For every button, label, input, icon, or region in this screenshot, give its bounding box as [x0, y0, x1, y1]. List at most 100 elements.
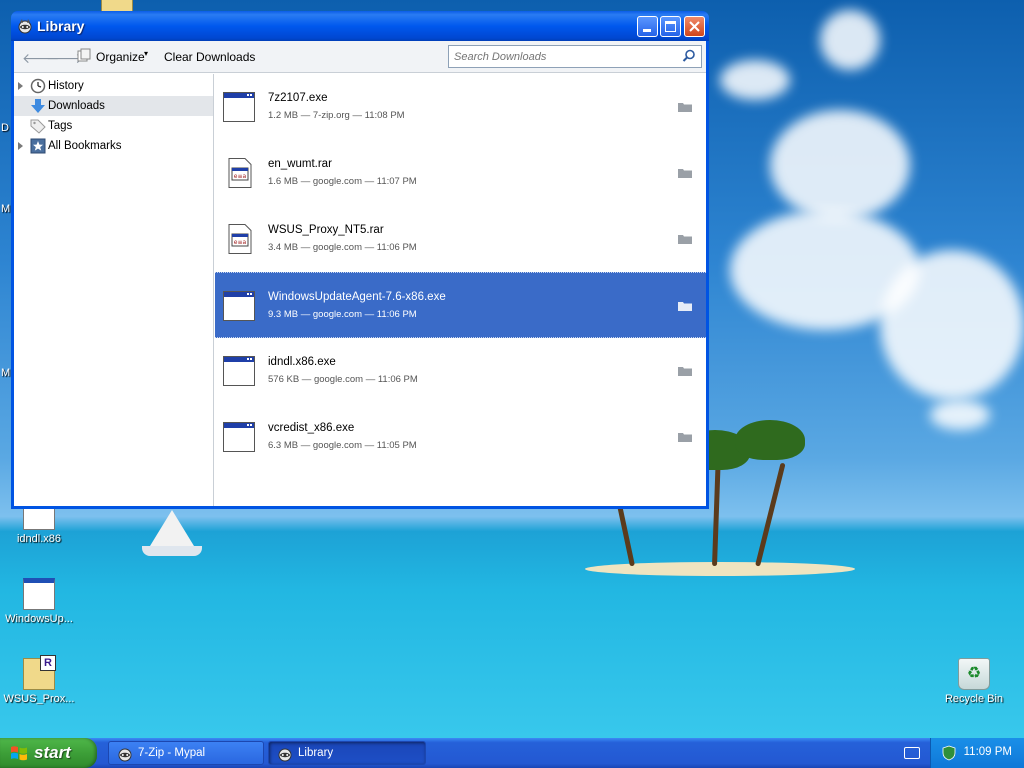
folder-icon[interactable] [678, 233, 692, 244]
desktop-icon-recycle-bin[interactable]: ♻ Recycle Bin [937, 658, 1011, 705]
download-file-details: 576 KB — google.com — 11:06 PM [268, 374, 418, 385]
sailboat-hull [142, 546, 202, 556]
taskbar: start 7-Zip - Mypal Library 11:09 PM [0, 738, 1024, 768]
download-item[interactable]: 7z2107.exe 1.2 MB — 7-zip.org — 11:08 PM [215, 74, 706, 140]
download-item[interactable]: vcredist_x86.exe 6.3 MB — google.com — 1… [215, 404, 706, 470]
start-label: start [34, 743, 71, 762]
minimize-button[interactable] [637, 16, 658, 37]
download-file-details: 6.3 MB — google.com — 11:05 PM [268, 440, 417, 451]
taskbar-item-label: 7-Zip - Mypal [138, 747, 206, 759]
folder-icon[interactable] [678, 300, 692, 311]
title-bar[interactable]: Library [11, 11, 709, 41]
desktop-icon-label: Recycle Bin [944, 693, 1004, 705]
rar-archive-icon: R [23, 655, 56, 690]
bookmarks-star-icon [30, 138, 46, 154]
desktop-icon-label: WindowsUp... [5, 613, 73, 625]
palm-tree-trunk [616, 500, 635, 567]
search-icon[interactable] [682, 49, 696, 63]
exe-file-icon [223, 356, 255, 386]
folder-icon[interactable] [678, 167, 692, 178]
rar-file-icon: e≡a [228, 224, 252, 254]
download-file-name: 7z2107.exe [268, 92, 328, 104]
close-button[interactable] [684, 16, 705, 37]
keyboard-icon[interactable] [904, 747, 920, 759]
windows-flag-icon [11, 746, 27, 761]
organize-label: Organize [96, 50, 145, 64]
sidebar-item-history[interactable]: History [14, 76, 213, 96]
sidebar-item-downloads[interactable]: Downloads [14, 96, 213, 116]
sidebar-item-label: Downloads [48, 100, 105, 112]
sidebar-item-tags[interactable]: Tags [14, 116, 213, 136]
download-item[interactable]: e≡a en_wumt.rar 1.6 MB — google.com — 11… [215, 140, 706, 206]
desktop-icon-label: WSUS_Prox... [3, 693, 75, 705]
tag-icon [30, 119, 46, 134]
svg-text:e≡a: e≡a [234, 239, 247, 246]
download-file-details: 9.3 MB — google.com — 11:06 PM [268, 309, 417, 320]
sidebar-item-label: All Bookmarks [48, 140, 122, 152]
sidebar-item-label: History [48, 80, 84, 92]
download-file-name: vcredist_x86.exe [268, 422, 355, 434]
desktop-partial-label: M [1, 367, 11, 379]
folder-icon[interactable] [678, 365, 692, 376]
desktop-partial-label: M [1, 203, 11, 215]
sailboat [150, 510, 194, 546]
downloads-list: 7z2107.exe 1.2 MB — 7-zip.org — 11:08 PM… [215, 74, 706, 506]
download-file-name: WSUS_Proxy_NT5.rar [268, 224, 384, 236]
download-item[interactable]: idndl.x86.exe 576 KB — google.com — 11:0… [215, 338, 706, 404]
cloud [930, 400, 990, 430]
cloud [820, 10, 880, 70]
recycle-bin-icon: ♻ [958, 658, 990, 690]
island [585, 562, 855, 576]
palm-tree-trunk [755, 462, 786, 567]
raccoon-app-icon [18, 19, 32, 34]
close-icon [689, 21, 700, 32]
sidebar-item-all-bookmarks[interactable]: All Bookmarks [14, 136, 213, 156]
svg-text:e≡a: e≡a [234, 173, 247, 180]
raccoon-app-icon [118, 748, 132, 762]
exe-file-icon [223, 291, 255, 321]
organize-icon [77, 48, 91, 62]
search-box[interactable] [448, 45, 702, 68]
start-button[interactable]: start [0, 738, 97, 768]
maximize-button[interactable] [660, 16, 681, 37]
clock-icon [30, 78, 46, 94]
palm-tree-leaves [735, 420, 805, 460]
download-item[interactable]: e≡a WSUS_Proxy_NT5.rar 3.4 MB — google.c… [215, 206, 706, 272]
taskbar-item-label: Library [298, 747, 334, 759]
exe-file-icon [23, 578, 55, 610]
taskbar-item-7zip-mypal[interactable]: 7-Zip - Mypal [108, 741, 264, 765]
folder-icon[interactable] [678, 431, 692, 442]
download-arrow-icon [31, 99, 45, 113]
download-file-name: idndl.x86.exe [268, 356, 336, 368]
dropdown-arrow-icon: ▾ [144, 49, 149, 58]
search-input[interactable] [449, 46, 674, 67]
download-item-selected[interactable]: WindowsUpdateAgent-7.6-x86.exe 9.3 MB — … [215, 272, 706, 338]
library-sidebar: History Downloads Tags All Bookmarks [14, 74, 214, 506]
desktop-icon-wsus-proxy[interactable]: R WSUS_Prox... [2, 655, 76, 705]
exe-file-icon [223, 92, 255, 122]
expand-triangle-icon[interactable] [18, 82, 23, 90]
exe-file-icon [223, 422, 255, 452]
desktop-partial-label: D [1, 122, 9, 134]
cloud [880, 250, 1024, 400]
download-file-details: 1.2 MB — 7-zip.org — 11:08 PM [268, 110, 405, 121]
clock[interactable]: 11:09 PM [964, 746, 1012, 758]
expand-triangle-icon[interactable] [18, 142, 23, 150]
window-client-area: 🡐 🡒 Organize ▾ Clear Downloads Search Do… [14, 41, 706, 506]
desktop-icon-label: idndl.x86 [16, 533, 62, 545]
clear-downloads-button[interactable]: Clear Downloads [164, 50, 255, 64]
download-file-details: 1.6 MB — google.com — 11:07 PM [268, 176, 417, 187]
desktop-icon-windowsupdateagent[interactable]: WindowsUp... [2, 578, 76, 625]
system-tray: 11:09 PM [930, 738, 1024, 768]
cloud [770, 110, 910, 220]
library-window: Library 🡐 🡒 Organize ▾ Clear Downloads S… [11, 11, 709, 509]
download-file-name: WindowsUpdateAgent-7.6-x86.exe [268, 291, 446, 303]
maximize-icon [665, 21, 676, 32]
download-file-details: 3.4 MB — google.com — 11:06 PM [268, 242, 417, 253]
security-shield-icon[interactable] [941, 745, 957, 761]
folder-icon[interactable] [678, 101, 692, 112]
download-file-name: en_wumt.rar [268, 158, 332, 170]
taskbar-item-library[interactable]: Library [268, 741, 426, 765]
raccoon-app-icon [278, 748, 292, 762]
window-title: Library [37, 18, 85, 34]
